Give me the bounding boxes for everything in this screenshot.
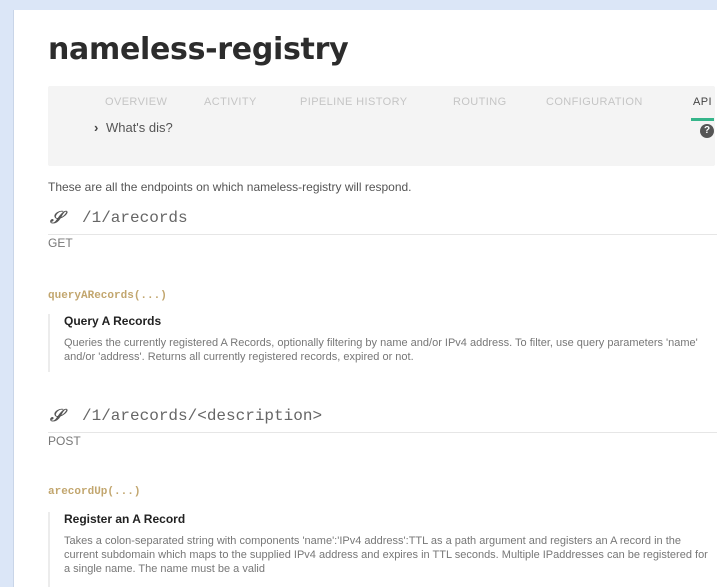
chevron-right-icon: › [94, 120, 99, 135]
doc-title: Query A Records [64, 314, 162, 328]
tab-pipeline-history[interactable]: PIPELINE HISTORY [300, 96, 407, 108]
function-name: arecordUp(...) [48, 486, 141, 498]
endpoint-path: /1/arecords [82, 209, 188, 227]
tab-api-label: API [693, 96, 712, 108]
endpoint-header: 𝒮 /1/arecords/<description> [48, 404, 717, 433]
endpoint-section: 𝒮 /1/arecords/<description> POST arecord… [48, 404, 717, 587]
endpoint-doc: Register an A Record Takes a colon-separ… [48, 512, 717, 587]
tab-panel: OVERVIEW ACTIVITY PIPELINE HISTORY ROUTI… [48, 86, 715, 166]
page-title: nameless-registry [48, 32, 349, 67]
function-name: queryARecords(...) [48, 290, 167, 302]
link-icon[interactable]: 𝒮 [50, 208, 63, 228]
endpoint-path: /1/arecords/<description> [82, 407, 323, 425]
doc-title: Register an A Record [64, 512, 186, 526]
link-icon[interactable]: 𝒮 [50, 406, 63, 426]
tab-activity[interactable]: ACTIVITY [204, 96, 257, 108]
tab-routing[interactable]: ROUTING [453, 96, 507, 108]
question-circle-icon[interactable]: ? [700, 124, 714, 138]
endpoint-doc: Query A Records Queries the currently re… [48, 314, 717, 372]
tab-overview[interactable]: OVERVIEW [105, 96, 167, 108]
endpoint-method: POST [48, 434, 81, 448]
endpoints-intro: These are all the endpoints on which nam… [48, 180, 412, 194]
doc-body: Takes a colon-separated string with comp… [64, 535, 708, 575]
endpoint-section: 𝒮 /1/arecords GET queryARecords(...) Que… [48, 206, 717, 372]
tab-configuration[interactable]: CONFIGURATION [546, 96, 643, 108]
endpoint-header: 𝒮 /1/arecords [48, 206, 717, 235]
whats-dis-toggle[interactable]: › What's dis? [94, 120, 173, 135]
tab-bar: OVERVIEW ACTIVITY PIPELINE HISTORY ROUTI… [48, 96, 715, 121]
whats-dis-label: What's dis? [105, 120, 173, 135]
app-window: nameless-registry OVERVIEW ACTIVITY PIPE… [14, 10, 717, 587]
tab-api[interactable]: API [691, 96, 714, 121]
doc-body: Queries the currently registered A Recor… [64, 337, 698, 363]
endpoint-method: GET [48, 236, 73, 250]
active-tab-indicator [691, 118, 714, 121]
